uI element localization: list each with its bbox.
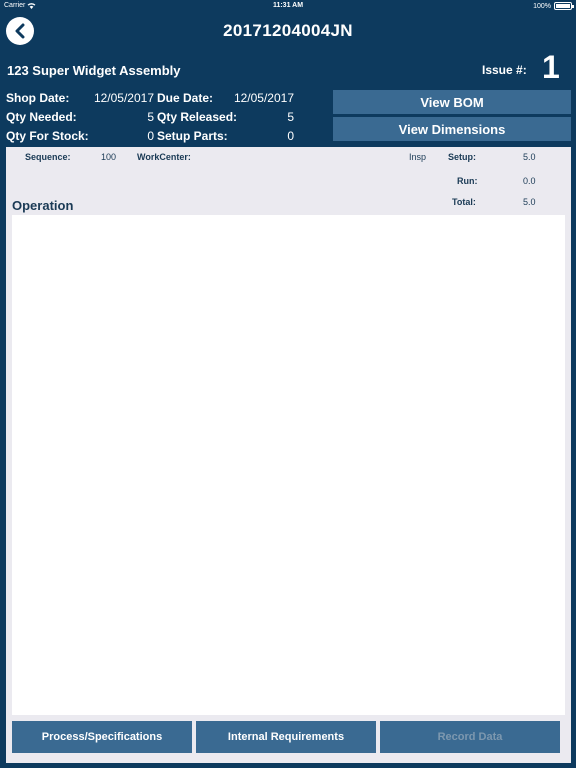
setup-parts-label: Setup Parts: <box>157 129 228 143</box>
issue-label: Issue #: <box>482 63 527 77</box>
battery-indicator: 100% <box>533 2 574 10</box>
qty-needed-value: 5 <box>147 110 154 124</box>
view-bom-button[interactable]: View BOM <box>333 90 571 114</box>
total-time-label: Total: <box>452 197 476 207</box>
due-date-label: Due Date: <box>157 91 214 105</box>
page-title: 20171204004JN <box>223 21 353 40</box>
setup-time-label: Setup: <box>448 152 476 162</box>
operation-title: Operation <box>12 198 74 213</box>
qty-needed-label: Qty Needed: <box>6 110 77 124</box>
operation-panel: Sequence: 100 WorkCenter: Insp Setup: 5.… <box>6 147 571 763</box>
qty-for-stock-value: 0 <box>147 129 154 143</box>
run-time-value: 0.0 <box>523 176 536 186</box>
info-row-stock: Qty For Stock: 0 Setup Parts: 0 <box>6 129 300 148</box>
status-bar: Carrier 11:31 AM 100% <box>0 0 576 14</box>
setup-parts-value: 0 <box>287 129 294 143</box>
shop-date-label: Shop Date: <box>6 91 70 105</box>
run-time-label: Run: <box>457 176 478 186</box>
qty-for-stock-label: Qty For Stock: <box>6 129 89 143</box>
shop-date-value: 12/05/2017 <box>93 91 154 105</box>
record-data-button[interactable]: Record Data <box>380 721 560 753</box>
qty-released-value: 5 <box>287 110 294 124</box>
battery-percent: 100% <box>533 2 551 10</box>
part-name: 123 Super Widget Assembly <box>7 63 181 78</box>
total-time-value: 5.0 <box>523 197 536 207</box>
issue-number: 1 <box>542 49 560 85</box>
workcenter-label: WorkCenter: <box>137 152 191 162</box>
process-specifications-button[interactable]: Process/Specifications <box>12 721 192 753</box>
info-row-dates: Shop Date: 12/05/2017 Due Date: 12/05/20… <box>6 91 300 110</box>
sequence-value: 100 <box>101 152 117 162</box>
operation-header: Sequence: 100 WorkCenter: Insp Setup: 5.… <box>6 147 571 215</box>
due-date-value: 12/05/2017 <box>233 91 294 105</box>
internal-requirements-button[interactable]: Internal Requirements <box>196 721 376 753</box>
battery-icon <box>554 2 574 10</box>
sequence-label: Sequence: <box>25 152 71 162</box>
clock: 11:31 AM <box>272 2 304 9</box>
workcenter-value: Insp <box>409 152 427 162</box>
info-row-qty: Qty Needed: 5 Qty Released: 5 <box>6 110 300 129</box>
operation-text-area[interactable] <box>12 215 565 715</box>
job-info-grid: Shop Date: 12/05/2017 Due Date: 12/05/20… <box>6 91 300 148</box>
view-dimensions-button[interactable]: View Dimensions <box>333 117 571 141</box>
setup-time-value: 5.0 <box>523 152 536 162</box>
